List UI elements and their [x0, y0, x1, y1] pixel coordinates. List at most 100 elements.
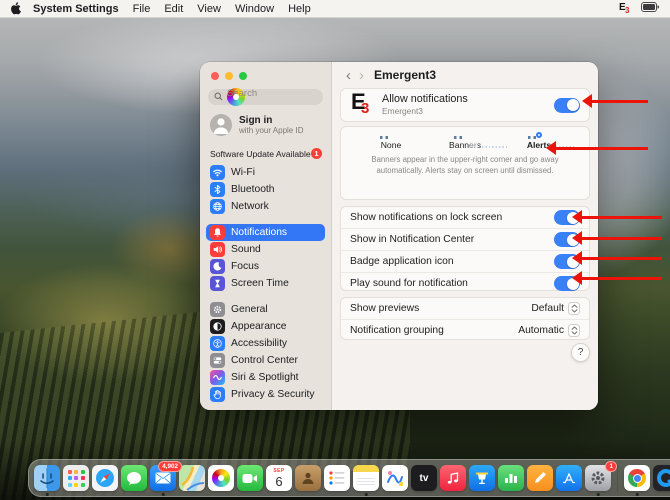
dock-item-facetime[interactable] [237, 465, 263, 491]
running-indicator [46, 493, 49, 496]
accessibility-icon [210, 336, 225, 351]
sidebar-item-screen-time[interactable]: Screen Time [206, 275, 325, 292]
sidebar-item-bluetooth[interactable]: Bluetooth [206, 181, 325, 198]
minimize-button[interactable] [225, 72, 233, 80]
dock-item-settings[interactable]: 1 [585, 465, 611, 491]
dock-item-notes[interactable] [353, 465, 379, 491]
menu-bar: System Settings File Edit View Window He… [0, 0, 670, 18]
avatar-icon [210, 114, 232, 136]
sidebar-item-privacy[interactable]: Privacy & Security [206, 386, 325, 403]
sidebar-item-label: Bluetooth [231, 184, 275, 195]
dock-item-reminders[interactable] [324, 465, 350, 491]
dock-item-music[interactable] [440, 465, 466, 491]
dock-item-finder[interactable] [34, 465, 60, 491]
emergent3-status-icon[interactable]: E3 [619, 3, 632, 15]
dock-item-calendar[interactable]: SEP6 [266, 465, 292, 491]
quicktime-icon [653, 465, 670, 491]
dock-item-messages[interactable] [121, 465, 147, 491]
battery-icon[interactable] [641, 2, 660, 15]
dock-item-contacts[interactable] [295, 465, 321, 491]
annotation-arrow-badge-application-toggle [582, 257, 662, 260]
dock-item-quicktime[interactable] [653, 465, 670, 491]
dock-item-photos[interactable] [208, 465, 234, 491]
sidebar-item-label: Focus [231, 261, 259, 272]
allow-notifications-app-name: Emergent3 [382, 106, 546, 116]
menu-edit[interactable]: Edit [164, 3, 183, 15]
annotation-arrow-alerts-option [556, 147, 648, 150]
sidebar-item-network[interactable]: Network [206, 198, 325, 215]
alert-style-card: None Banners Alerts Banners appear in th… [340, 126, 590, 200]
dock-item-safari[interactable] [92, 465, 118, 491]
sidebar-item-appearance[interactable]: Appearance [206, 318, 325, 335]
sign-in-subtitle: with your Apple ID [239, 126, 303, 135]
dock-item-tv[interactable]: tv [411, 465, 437, 491]
menubar-app-name[interactable]: System Settings [33, 3, 119, 15]
dock-item-mail[interactable]: 4,902 [150, 465, 176, 491]
running-indicator [597, 493, 600, 496]
alert-style-option-none[interactable]: None [360, 132, 422, 150]
safari-icon [92, 465, 118, 491]
desktop: System Settings File Edit View Window He… [0, 0, 670, 500]
photos-icon [208, 465, 234, 491]
dock-item-freeform[interactable] [382, 465, 408, 491]
menu-view[interactable]: View [197, 3, 221, 15]
moon-icon [210, 259, 225, 274]
sign-in-row[interactable]: Sign in with your Apple ID [210, 114, 323, 136]
menu-help[interactable]: Help [288, 3, 311, 15]
sidebar-item-accessibility[interactable]: Accessibility [206, 335, 325, 352]
play-sound-label: Play sound for notification [350, 278, 468, 289]
dock-item-chrome[interactable] [624, 465, 650, 491]
help-button[interactable]: ? [571, 343, 590, 362]
forward-button[interactable]: › [355, 68, 368, 83]
menu-file[interactable]: File [133, 3, 151, 15]
dock-item-appstore[interactable] [556, 465, 582, 491]
sidebar-item-notifications[interactable]: Notifications [206, 224, 325, 241]
dock-item-pages[interactable] [527, 465, 553, 491]
apple-icon[interactable] [10, 2, 21, 15]
zoom-button[interactable] [239, 72, 247, 80]
annotation-arrow-play-sound-toggle [582, 277, 662, 280]
show-previews-select[interactable]: Default [531, 302, 580, 315]
wifi-icon [210, 165, 225, 180]
sidebar-item-wifi[interactable]: Wi-Fi [206, 164, 325, 181]
chevron-updown-icon [568, 324, 580, 337]
software-update-row[interactable]: Software Update Available 1 [210, 148, 322, 159]
dock-item-keynote[interactable] [469, 465, 495, 491]
running-indicator [636, 493, 639, 496]
freeform-icon [382, 465, 408, 491]
search-input[interactable]: Search [208, 89, 323, 105]
sidebar-item-siri[interactable]: Siri & Spotlight [206, 369, 325, 386]
annotation-arrow-notification-center-toggle [582, 237, 662, 240]
control-center-icon [210, 353, 225, 368]
content-header: ‹ › Emergent3 [332, 62, 598, 88]
sign-in-title: Sign in [239, 115, 303, 127]
settings-content: ‹ › Emergent3 E3 Allow notifications Eme… [332, 62, 598, 410]
reminders-icon [324, 465, 350, 491]
dock-item-numbers[interactable] [498, 465, 524, 491]
back-button[interactable]: ‹ [342, 68, 355, 83]
sidebar-nav: Wi-Fi Bluetooth Network NotificationsSound F… [206, 164, 325, 410]
dock-item-launchpad[interactable] [63, 465, 89, 491]
sidebar-item-label: Accessibility [231, 338, 287, 349]
dock-item-maps[interactable] [179, 465, 205, 491]
sidebar-item-label: Network [231, 201, 269, 212]
close-button[interactable] [211, 72, 219, 80]
sidebar-item-label: Privacy & Security [231, 389, 315, 400]
sidebar-item-control-center[interactable]: Control Center [206, 352, 325, 369]
allow-notifications-label: Allow notifications [382, 93, 546, 106]
menu-window[interactable]: Window [235, 3, 274, 15]
notification-toggles-card: Show notifications on lock screen Show i… [340, 206, 590, 291]
speaker-icon [210, 242, 225, 257]
allow-notifications-card: E3 Allow notifications Emergent3 [340, 88, 590, 122]
sidebar-item-sound[interactable]: Sound [206, 241, 325, 258]
allow-notifications-toggle[interactable] [554, 98, 580, 113]
chevron-updown-icon [568, 302, 580, 315]
alert-style-option-banners[interactable]: Banners [434, 132, 496, 150]
lock-screen-label: Show notifications on lock screen [350, 212, 502, 223]
siri-icon [210, 370, 225, 385]
sidebar-item-general[interactable]: General [206, 301, 325, 318]
numbers-icon [498, 465, 524, 491]
sidebar-item-focus[interactable]: Focus [206, 258, 325, 275]
dock-badge: 4,902 [158, 461, 182, 472]
notification-grouping-select[interactable]: Automatic [518, 324, 580, 337]
